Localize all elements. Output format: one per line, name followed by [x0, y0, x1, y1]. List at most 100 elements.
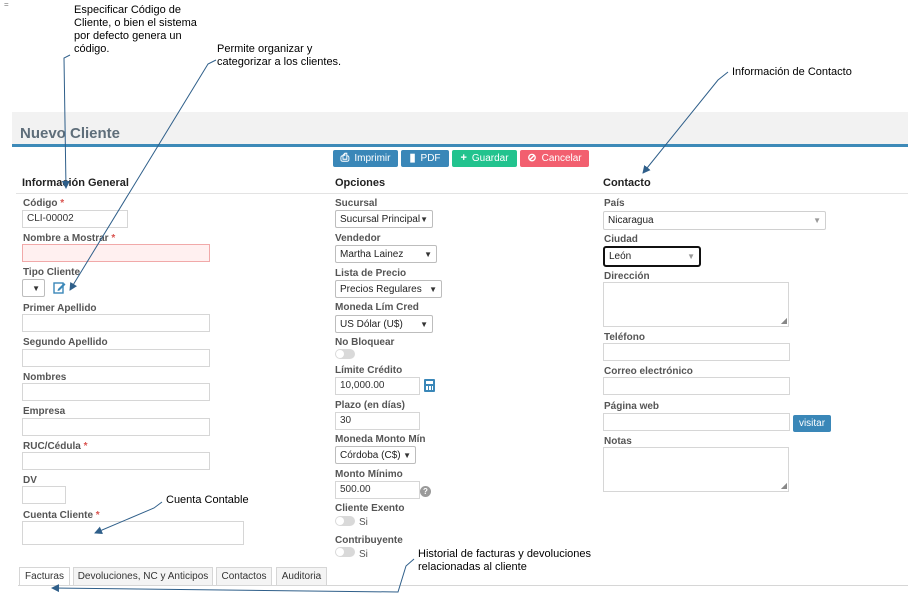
visitar-button[interactable]: visitar [793, 415, 831, 432]
pdf-button[interactable]: ▮ PDF [401, 150, 449, 167]
nombres-label: Nombres [23, 372, 67, 383]
moneda-min-select[interactable]: Córdoba (C$) ▼ [335, 446, 416, 464]
vendedor-value: Martha Lainez [340, 248, 404, 260]
nombre-label: Nombre a Mostrar * [23, 233, 115, 244]
moneda-lim-select[interactable]: US Dólar (U$) ▼ [335, 315, 433, 333]
primer-apellido-label: Primer Apellido [23, 303, 97, 314]
note-codigo-line: por defecto genera un [74, 30, 182, 42]
section-title-opciones: Opciones [335, 177, 386, 189]
cuenta-cliente-label: Cuenta Cliente * [23, 510, 100, 521]
question-icon[interactable]: ? [420, 486, 431, 497]
pagina-web-input[interactable] [603, 413, 790, 431]
empresa-input[interactable] [22, 418, 210, 436]
segundo-apellido-label: Segundo Apellido [23, 337, 108, 348]
ciudad-label: Ciudad [604, 234, 638, 245]
chevron-down-icon: ▼ [403, 450, 411, 460]
telefono-input[interactable] [603, 343, 790, 361]
ciudad-select[interactable]: León ▼ [603, 246, 701, 267]
tipo-cliente-label: Tipo Cliente [23, 267, 81, 278]
direccion-textarea[interactable]: ◢ [603, 282, 789, 327]
contribuyente-label: Contribuyente [335, 535, 403, 546]
monto-minimo-input[interactable]: 500.00 [335, 481, 420, 499]
required-mark: * [95, 510, 100, 521]
tab-devoluciones[interactable]: Devoluciones, NC y Anticipos [73, 567, 213, 585]
note-historial: Historial de facturas y devoluciones rel… [418, 548, 591, 574]
contribuyente-text: Si [359, 549, 368, 560]
chevron-down-icon: ▼ [687, 252, 695, 261]
cliente-exento-label: Cliente Exento [335, 503, 405, 514]
sucursal-select[interactable]: Sucursal Principal ▼ [335, 210, 433, 228]
dv-input[interactable] [22, 486, 66, 504]
limite-credito-input[interactable]: 10,000.00 [335, 377, 420, 395]
tabs-divider [18, 585, 908, 586]
required-mark: * [60, 198, 65, 209]
save-button[interactable]: + Guardar [452, 150, 517, 167]
calculator-icon[interactable] [424, 379, 435, 392]
tab-facturas[interactable]: Facturas [19, 567, 70, 585]
chevron-down-icon: ▼ [429, 284, 437, 294]
print-label: Imprimir [354, 153, 391, 164]
cancel-button[interactable]: ⊘ Cancelar [520, 150, 589, 167]
segundo-apellido-input[interactable] [22, 349, 210, 367]
ruc-input[interactable] [22, 452, 210, 470]
printer-icon: ⎙ [340, 152, 350, 164]
file-icon: ▮ [409, 152, 416, 164]
notas-textarea[interactable]: ◢ [603, 447, 789, 492]
limite-credito-label: Límite Crédito [335, 365, 403, 376]
primer-apellido-input[interactable] [22, 314, 210, 332]
empresa-label: Empresa [23, 406, 66, 417]
cancel-label: Cancelar [541, 153, 582, 164]
codigo-label: Código * [23, 198, 64, 209]
note-tipo-line: categorizar a los clientes. [217, 56, 342, 68]
moneda-lim-label: Moneda Lím Cred [335, 302, 419, 313]
vendedor-select[interactable]: Martha Lainez ▼ [335, 245, 437, 263]
nombre-label-text: Nombre a Mostrar [23, 233, 109, 244]
note-tipo-cliente: Permite organizar y categorizar a los cl… [217, 43, 341, 69]
ban-icon: ⊘ [527, 152, 537, 164]
resize-handle-icon[interactable]: ◢ [781, 317, 787, 325]
note-codigo-line: código. [74, 43, 110, 55]
tipo-cliente-select[interactable]: ▼ [22, 279, 45, 297]
chevron-down-icon: ▼ [420, 214, 428, 224]
chevron-down-icon: ▼ [424, 249, 432, 259]
cliente-exento-toggle[interactable] [335, 516, 355, 526]
note-historial-line: Historial de facturas y devoluciones [418, 548, 592, 560]
cliente-exento-text: Si [359, 517, 368, 528]
notas-label: Notas [604, 436, 632, 447]
page-title: Nuevo Cliente [20, 125, 121, 142]
cuenta-cliente-input[interactable] [22, 521, 244, 545]
plazo-input[interactable]: 30 [335, 412, 420, 430]
tab-auditoria[interactable]: Auditoria [276, 567, 327, 585]
monto-minimo-label: Monto Mínimo [335, 469, 403, 480]
note-historial-line: relacionadas al cliente [418, 561, 527, 573]
vendedor-label: Vendedor [335, 233, 381, 244]
note-codigo-line: Cliente, o bien el sistema [74, 17, 197, 29]
section-divider [16, 193, 908, 194]
no-bloquear-toggle[interactable] [335, 349, 355, 359]
required-mark: * [83, 441, 88, 452]
resize-handle-icon[interactable]: ◢ [781, 482, 787, 490]
tab-contactos[interactable]: Contactos [216, 567, 272, 585]
chevron-down-icon: ▼ [813, 216, 821, 225]
nombre-input[interactable] [22, 244, 210, 262]
nombres-input[interactable] [22, 383, 210, 401]
edit-icon[interactable] [53, 281, 66, 294]
codigo-input[interactable]: CLI-00002 [22, 210, 128, 228]
pais-select[interactable]: Nicaragua ▼ [603, 211, 826, 230]
no-bloquear-label: No Bloquear [335, 337, 395, 348]
print-button[interactable]: ⎙ Imprimir [333, 150, 398, 167]
dv-label: DV [23, 475, 37, 486]
page-header: Nuevo Cliente [12, 112, 908, 146]
chevron-down-icon: ▼ [32, 283, 40, 293]
moneda-lim-value: US Dólar (U$) [340, 318, 403, 330]
section-title-contacto: Contacto [603, 177, 651, 189]
ruc-label: RUC/Cédula * [23, 441, 87, 452]
contribuyente-toggle[interactable] [335, 547, 355, 557]
correo-input[interactable] [603, 377, 790, 395]
lista-precio-select[interactable]: Precios Regulares ▼ [335, 280, 442, 298]
save-label: Guardar [471, 153, 509, 164]
corner-mark: = [4, 0, 9, 9]
note-contacto: Información de Contacto [732, 66, 852, 78]
sucursal-label: Sucursal [335, 198, 378, 209]
note-cuenta: Cuenta Contable [166, 494, 249, 506]
